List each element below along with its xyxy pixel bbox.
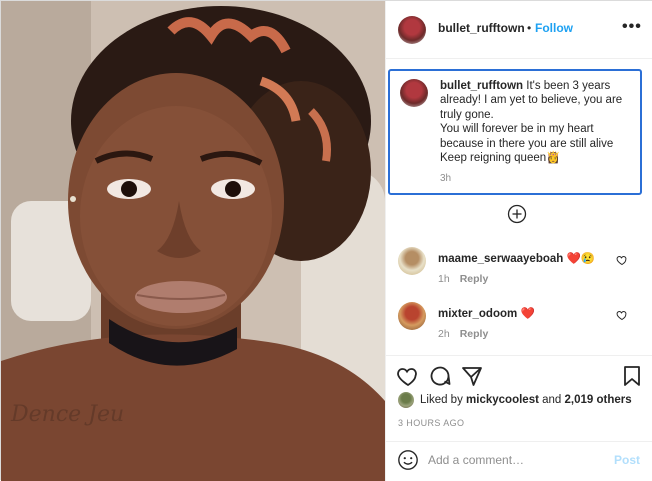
comment-text: ❤️ <box>520 308 535 320</box>
author-avatar[interactable] <box>398 16 426 44</box>
more-options-icon[interactable]: ••• <box>622 18 642 36</box>
likes-text: Liked by mickycoolest and 2,019 others <box>420 394 632 406</box>
author-username[interactable]: bullet_rufftown <box>438 21 525 35</box>
comment-username-text[interactable]: maame_serwaayeboah <box>438 253 563 265</box>
comment-input[interactable] <box>428 450 608 470</box>
header-separator: • <box>527 21 532 35</box>
likes-count[interactable]: 2,019 others <box>565 394 632 406</box>
comment-username[interactable]: mixter_odoom ❤️ <box>438 306 535 320</box>
add-comment-bar: Post <box>386 441 652 481</box>
post-photo[interactable]: Dence Jeu <box>1 1 385 481</box>
emoji-icon[interactable] <box>397 449 419 471</box>
comment-item: mixter_odoom ❤️ 2h Reply <box>386 302 652 352</box>
post-actions: Liked by mickycoolest and 2,019 others 3… <box>386 355 652 441</box>
heart-icon[interactable] <box>616 254 628 266</box>
portrait-image: Dence Jeu <box>1 1 385 481</box>
comment-meta: 1h Reply <box>438 273 488 285</box>
commenter-avatar[interactable] <box>398 302 426 330</box>
comment-meta: 2h Reply <box>438 328 488 340</box>
share-icon[interactable] <box>460 364 484 388</box>
add-circle-icon[interactable] <box>507 204 527 224</box>
instagram-post: Dence Jeu bullet_rufftown • Follow ••• b… <box>0 0 652 481</box>
comment-time[interactable]: 2h <box>438 328 450 340</box>
caption-timestamp[interactable]: 3h <box>440 173 451 184</box>
heart-icon[interactable] <box>616 309 628 321</box>
post-time-ago[interactable]: 3 HOURS AGO <box>398 418 464 428</box>
reply-button[interactable]: Reply <box>460 273 489 285</box>
caption-line-3: Keep reigning queen👸 <box>440 152 561 165</box>
comment-icon[interactable] <box>428 364 452 388</box>
svg-text:Dence Jeu: Dence Jeu <box>10 402 124 427</box>
liker-username[interactable]: mickycoolest <box>466 394 539 406</box>
follow-button[interactable]: Follow <box>535 21 573 35</box>
post-header: bullet_rufftown • Follow ••• <box>386 1 652 59</box>
likes-conj: and <box>542 394 562 406</box>
caption-line-2: You will forever be in my heart because … <box>440 123 614 150</box>
bookmark-icon[interactable] <box>620 364 644 388</box>
caption-text: bullet_rufftown It's been 3 years alread… <box>440 79 636 165</box>
likes-summary: Liked by mickycoolest and 2,019 others <box>398 392 648 410</box>
caption-username[interactable]: bullet_rufftown <box>440 80 523 92</box>
post-caption: bullet_rufftown It's been 3 years alread… <box>388 69 642 195</box>
liker-avatar[interactable] <box>398 392 414 408</box>
comment-text: ❤️😢 <box>566 253 596 265</box>
likes-prefix: Liked by <box>420 394 463 406</box>
caption-avatar[interactable] <box>400 79 428 107</box>
post-comment-button[interactable]: Post <box>614 453 640 467</box>
comment-item: maame_serwaayeboah ❤️😢 1h Reply <box>386 247 652 297</box>
reply-button[interactable]: Reply <box>460 328 489 340</box>
heart-icon[interactable] <box>396 364 420 388</box>
post-details-panel: bullet_rufftown • Follow ••• bullet_ruff… <box>385 1 652 481</box>
comment-time[interactable]: 1h <box>438 273 450 285</box>
comment-username-text[interactable]: mixter_odoom <box>438 308 517 320</box>
commenter-avatar[interactable] <box>398 247 426 275</box>
comment-username[interactable]: maame_serwaayeboah ❤️😢 <box>438 251 595 265</box>
